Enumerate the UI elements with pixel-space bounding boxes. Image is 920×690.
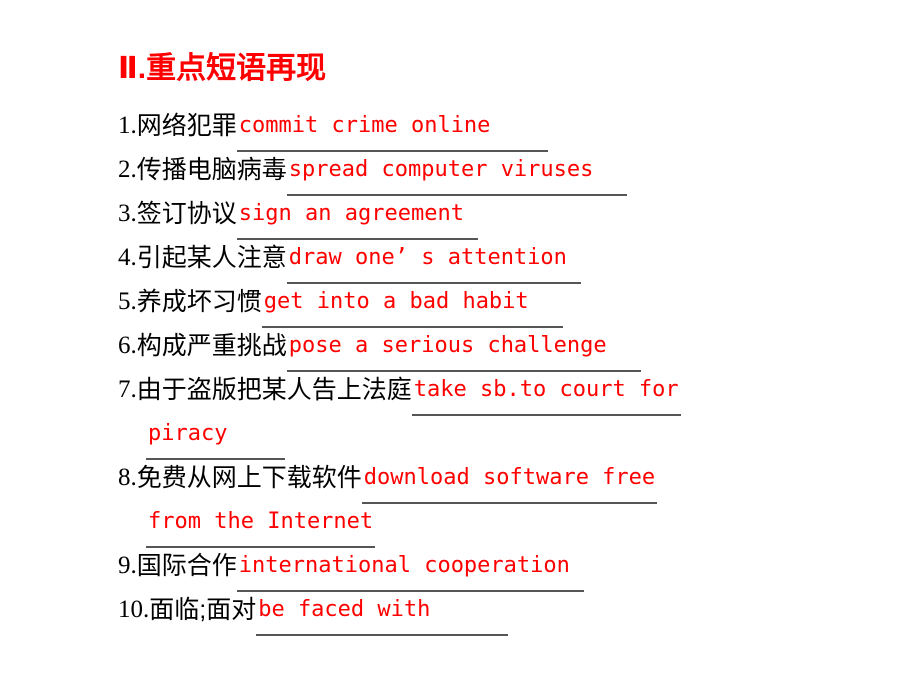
item-answer[interactable]: get into a bad habit (261, 280, 563, 328)
item-number: 4. (118, 244, 137, 271)
item-number: 7. (118, 376, 137, 403)
item-number: 2. (118, 156, 137, 183)
item-chinese: 网络犯罪 (136, 112, 237, 140)
item-answer[interactable]: be faced with (256, 588, 509, 636)
list-item-continuation: from the Internet (118, 500, 908, 548)
item-number: 8. (118, 464, 137, 491)
item-chinese: 由于盗版把某人告上法庭 (136, 376, 412, 404)
item-chinese: 免费从网上下载软件 (136, 464, 362, 492)
item-number: 9. (118, 552, 137, 579)
item-chinese: 签订协议 (136, 200, 237, 228)
item-answer[interactable]: download software free (361, 456, 658, 504)
slide-root: Ⅱ.重点短语再现 1.网络犯罪commit crime online 2.传播电… (0, 0, 920, 690)
item-answer[interactable]: sign an agreement (236, 192, 478, 240)
item-number: 1. (118, 112, 137, 139)
item-chinese: 面临;面对 (149, 596, 257, 624)
item-answer[interactable]: pose a serious challenge (286, 324, 641, 372)
item-number: 5. (118, 288, 137, 315)
list-item: 9.国际合作international cooperation (118, 544, 908, 592)
item-answer[interactable]: draw one’ s attention (286, 236, 581, 284)
page-title: Ⅱ.重点短语再现 (118, 52, 327, 85)
item-chinese: 国际合作 (136, 552, 237, 580)
list-item-continuation: piracy (118, 412, 908, 460)
list-item: 2.传播电脑病毒 spread computer viruses (118, 148, 908, 196)
item-number: 10. (118, 596, 150, 623)
item-answer[interactable]: spread computer viruses (286, 148, 628, 196)
item-chinese: 传播电脑病毒 (136, 156, 287, 184)
item-answer-continued[interactable]: from the Internet (146, 500, 376, 548)
list-item: 7.由于盗版把某人告上法庭take sb.to court for (118, 368, 908, 416)
item-answer-continued[interactable]: piracy (146, 412, 286, 460)
item-chinese: 构成严重挑战 (136, 332, 287, 360)
list-item: 5.养成坏习惯 get into a bad habit (118, 280, 908, 328)
list-item: 4.引起某人注意draw one’ s attention (118, 236, 908, 284)
list-item: 10.面临;面对 be faced with (118, 588, 908, 636)
item-chinese: 养成坏习惯 (136, 288, 262, 316)
phrase-list: 1.网络犯罪commit crime online 2.传播电脑病毒 sprea… (118, 104, 908, 636)
item-number: 6. (118, 332, 137, 359)
item-answer[interactable]: commit crime online (236, 104, 549, 152)
item-answer[interactable]: international cooperation (236, 544, 584, 592)
list-item: 8.免费从网上下载软件download software free (118, 456, 908, 504)
list-item: 6.构成严重挑战pose a serious challenge (118, 324, 908, 372)
list-item: 3.签订协议 sign an agreement (118, 192, 908, 240)
item-chinese: 引起某人注意 (136, 244, 287, 272)
item-answer[interactable]: take sb.to court for (411, 368, 681, 416)
item-number: 3. (118, 200, 137, 227)
list-item: 1.网络犯罪commit crime online (118, 104, 908, 152)
